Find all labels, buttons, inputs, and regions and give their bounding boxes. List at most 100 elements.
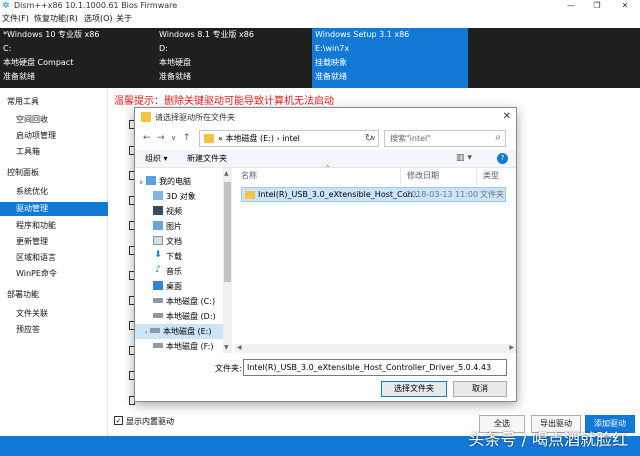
column-name[interactable]: 名称 — [235, 168, 401, 184]
image-drive: E:\win7x — [315, 44, 349, 54]
minimize-button[interactable]: — — [558, 0, 584, 12]
menu-bar: 文件(F) 恢复功能(R) 选项(O) 关于 — [0, 12, 640, 26]
3d-objects-icon — [153, 191, 163, 200]
downloads-icon: ⬇ — [153, 251, 163, 260]
menu-file[interactable]: 文件(F) — [2, 14, 29, 24]
tree-item-desktop[interactable]: 桌面 — [135, 279, 223, 294]
image-disk: 本地硬盘 Compact — [3, 58, 73, 68]
sidebar-item-drivers[interactable]: 驱动管理 — [0, 202, 108, 216]
folder-field[interactable]: Intel(R)_USB_3.0_eXtensible_Host_Control… — [243, 359, 507, 376]
sidebar-item-updates[interactable]: 更新管理 — [0, 235, 108, 249]
title-bar: ✲ Dism++x86 10.1.1000.61 Bios Firmware —… — [0, 0, 640, 12]
tree-scroll-thumb[interactable] — [224, 182, 231, 282]
tree-item-computer[interactable]: ∨ 我的电脑 — [135, 174, 223, 189]
folder-field-value: Intel(R)_USB_3.0_eXtensible_Host_Control… — [247, 363, 491, 373]
select-folder-button[interactable]: 选择文件夹 — [381, 381, 447, 397]
file-name: Intel(R)_USB_3.0_eXtensible_Host_Con... — [258, 190, 420, 200]
sidebar-item-optimize[interactable]: 系统优化 — [0, 185, 108, 199]
tree-item-video[interactable]: 视频 — [135, 204, 223, 219]
drive-icon — [150, 328, 160, 333]
sidebar-item-file-assoc[interactable]: 文件关联 — [0, 307, 108, 321]
show-builtin-option[interactable]: ✓显示内置驱动 — [114, 417, 174, 427]
tree-scrollbar[interactable]: ▲ ▼ — [223, 168, 232, 353]
show-builtin-label: 显示内置驱动 — [126, 417, 174, 426]
show-builtin-checkbox[interactable]: ✓ — [114, 416, 123, 425]
image-status: 准备就绪 — [315, 72, 347, 82]
sidebar-item-toolbox[interactable]: 工具箱 — [0, 145, 108, 159]
tree-item-music[interactable]: ♪音乐 — [135, 264, 223, 279]
search-icon: ⌕ — [495, 132, 501, 143]
scroll-down-icon[interactable]: ▼ — [224, 344, 229, 351]
tree-item-downloads[interactable]: ⬇下载 — [135, 249, 223, 264]
forward-arrow-icon[interactable]: → — [157, 133, 165, 143]
music-icon: ♪ — [153, 266, 163, 275]
app-icon: ✲ — [2, 1, 12, 11]
image-panel-win10[interactable]: *Windows 10 专业版 x86 C: 本地硬盘 Compact 准备就绪 — [0, 28, 156, 88]
scroll-right-icon[interactable]: ▶ — [509, 344, 514, 351]
menu-restore[interactable]: 恢复功能(R) — [34, 14, 78, 24]
menu-options[interactable]: 选项(O) — [84, 14, 113, 24]
sidebar-item-cleanup[interactable]: 空间回收 — [0, 113, 108, 127]
up-arrow-icon[interactable]: ↑ — [183, 133, 191, 143]
dialog-close-button[interactable]: ✕ — [503, 111, 511, 123]
scroll-up-icon[interactable]: ▲ — [224, 170, 229, 177]
image-status: 准备就绪 — [3, 72, 35, 82]
dialog-title-bar: 请选择驱动所在文件夹 ✕ — [135, 108, 516, 128]
maximize-button[interactable]: ❐ — [584, 0, 610, 12]
pictures-icon — [153, 221, 163, 230]
list-horizontal-scrollbar[interactable]: ◀ ▶ — [235, 344, 516, 353]
address-bar[interactable]: « 本地磁盘 (E:) › intel ∨ — [199, 130, 379, 147]
menu-about[interactable]: 关于 — [116, 14, 132, 24]
file-type: 文件夹 — [480, 190, 504, 200]
sidebar-item-region[interactable]: 区域和语言 — [0, 251, 108, 265]
search-placeholder: 搜索"intel" — [390, 134, 431, 144]
drive-icon — [153, 343, 163, 348]
tree-item-drive-c[interactable]: 本地磁盘 (C:) — [135, 294, 223, 309]
help-icon[interactable]: ? — [497, 153, 508, 164]
tree-item-drive-e[interactable]: › 本地磁盘 (E:) — [135, 324, 223, 339]
new-folder-button[interactable]: 新建文件夹 — [187, 154, 227, 164]
folder-icon — [245, 191, 255, 199]
image-drive: D: — [159, 44, 168, 54]
address-row: ← → ∨ ↑ « 本地磁盘 (E:) › intel ∨ ↻ 搜索"intel… — [135, 128, 516, 150]
folder-icon — [204, 134, 214, 143]
drive-icon — [153, 313, 163, 318]
video-icon — [153, 206, 163, 215]
sidebar-item-winpe[interactable]: WinPE命令 — [0, 267, 108, 281]
desktop-icon — [153, 281, 163, 290]
drive-icon — [153, 298, 163, 303]
image-drive: C: — [3, 44, 11, 54]
sidebar-item-unattend[interactable]: 预应答 — [0, 323, 108, 337]
sidebar-item-startup[interactable]: 启动项管理 — [0, 129, 108, 143]
column-date[interactable]: 修改日期 — [401, 168, 477, 184]
list-item[interactable]: Intel(R)_USB_3.0_eXtensible_Host_Con... … — [241, 187, 506, 202]
refresh-icon[interactable]: ↻ — [361, 131, 377, 147]
folder-field-label: 文件夹: — [215, 364, 242, 374]
recent-dropdown-icon[interactable]: ∨ — [171, 133, 176, 143]
image-disk: 本地硬盘 — [159, 58, 191, 68]
image-name: Windows Setup 3.1 x86 — [315, 30, 409, 40]
image-name: Windows 8.1 专业版 x86 — [159, 30, 254, 40]
close-button[interactable]: ✕ — [612, 0, 638, 12]
tree-item-documents[interactable]: 文档 — [135, 234, 223, 249]
search-input[interactable]: 搜索"intel" ⌕ — [384, 130, 506, 147]
cancel-button[interactable]: 取消 — [453, 381, 507, 397]
image-panel-setup[interactable]: Windows Setup 3.1 x86 E:\win7x 挂载映象 准备就绪 — [312, 28, 468, 88]
tree-item-drive-d[interactable]: 本地磁盘 (D:) — [135, 309, 223, 324]
view-options-icon[interactable]: ▥ ▾ — [456, 153, 472, 163]
sidebar-group-deploy: 部署功能 — [7, 290, 39, 300]
back-arrow-icon[interactable]: ← — [143, 133, 151, 143]
tree-item-drive-f[interactable]: 本地磁盘 (F:) — [135, 339, 223, 354]
column-type[interactable]: 类型 — [477, 168, 516, 184]
tree-item-pictures[interactable]: 图片 — [135, 219, 223, 234]
sidebar-item-programs[interactable]: 程序和功能 — [0, 219, 108, 233]
sidebar-group-control-panel: 控制面板 — [7, 168, 39, 178]
scroll-left-icon[interactable]: ◀ — [237, 344, 242, 351]
organize-button[interactable]: 组织 ▾ — [145, 154, 168, 164]
image-panel-win81[interactable]: Windows 8.1 专业版 x86 D: 本地硬盘 准备就绪 — [156, 28, 312, 88]
file-date: 2018-03-13 11:00 — [406, 190, 478, 200]
watermark-text: 头条号 / 喝点酒就脸红 — [468, 430, 628, 450]
tree-item-3d[interactable]: 3D 对象 — [135, 189, 223, 204]
navigation-tree: ∨ 我的电脑 3D 对象 视频 图片 文档 ⬇下载 ♪音乐 桌面 本地磁盘 (C… — [135, 168, 233, 353]
computer-icon — [146, 176, 156, 185]
